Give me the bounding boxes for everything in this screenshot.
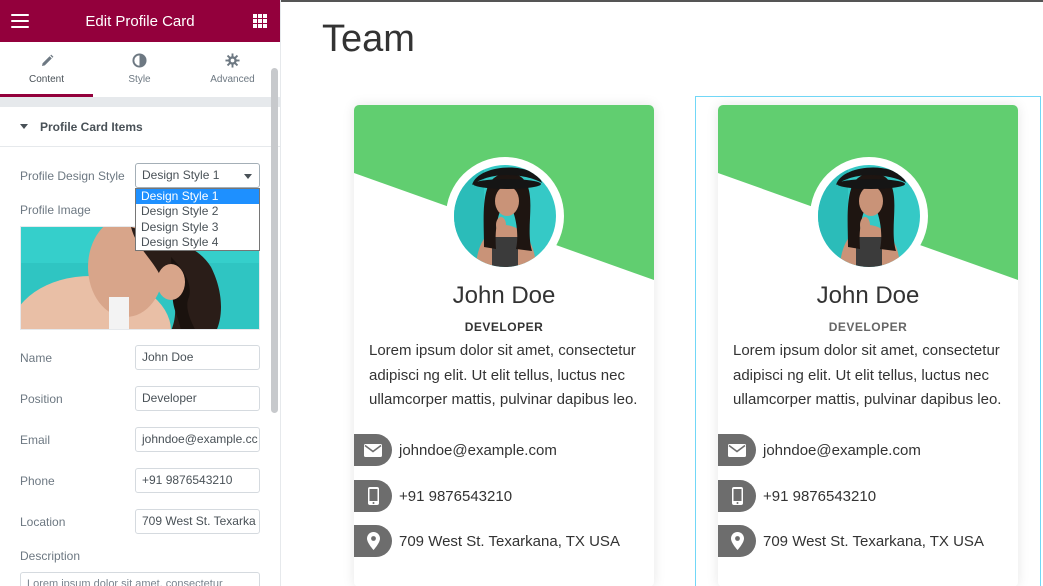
card-position: DEVELOPER	[464, 320, 544, 334]
panel-scrollbar[interactable]	[271, 68, 278, 413]
contact-location[interactable]: 709 West St. Texarkana, TX USA	[718, 525, 984, 557]
location-label: Location	[20, 515, 66, 529]
profile-card[interactable]: John Doe DEVELOPER Lorem ipsum dolor sit…	[354, 105, 654, 586]
location-input[interactable]: 709 West St. Texarka	[135, 509, 260, 534]
gear-icon	[225, 52, 240, 70]
card-description: Lorem ipsum dolor sit amet, consectetur …	[369, 342, 638, 408]
name-label: Name	[20, 351, 53, 365]
page-title: Team	[322, 18, 415, 60]
map-pin-icon	[718, 525, 756, 557]
design-style-select[interactable]: Design Style 1	[135, 163, 260, 188]
card-position: DEVELOPER	[828, 320, 908, 334]
half-circle-icon	[132, 52, 147, 70]
contact-email[interactable]: johndoe@example.com	[718, 434, 921, 466]
contact-email-text: johndoe@example.com	[399, 441, 557, 459]
name-input[interactable]: John Doe	[135, 345, 260, 370]
position-input[interactable]: Developer	[135, 386, 260, 411]
contact-email-text: johndoe@example.com	[763, 441, 921, 459]
phone-label: Phone	[20, 474, 55, 488]
avatar	[810, 157, 928, 275]
contact-location-text: 709 West St. Texarkana, TX USA	[763, 532, 984, 550]
tab-advanced-label: Advanced	[210, 73, 255, 85]
map-pin-icon	[354, 525, 392, 557]
card-name: John Doe	[452, 282, 556, 309]
panel-header: Edit Profile Card	[0, 0, 280, 42]
contact-location-text: 709 West St. Texarkana, TX USA	[399, 532, 620, 550]
menu-icon[interactable]	[11, 14, 29, 28]
card-name: John Doe	[816, 282, 920, 309]
avatar	[446, 157, 564, 275]
caret-down-icon	[20, 124, 28, 129]
editor-panel: Edit Profile Card Content Style Advanced…	[0, 0, 281, 586]
dropdown-option[interactable]: Design Style 4	[136, 235, 259, 250]
design-style-value: Design Style 1	[142, 168, 220, 182]
contact-phone-text: +91 9876543210	[763, 487, 877, 505]
profile-image-label: Profile Image	[20, 203, 91, 217]
envelope-icon	[354, 434, 392, 466]
design-style-label: Profile Design Style	[20, 169, 125, 183]
avatar-photo	[818, 165, 920, 267]
contact-phone[interactable]: +91 9876543210	[718, 480, 876, 512]
phone-input[interactable]: +91 9876543210	[135, 468, 260, 493]
section-profile-card-items[interactable]: Profile Card Items	[0, 107, 280, 147]
mobile-phone-icon	[354, 480, 392, 512]
page-preview: Team John Doe DEVELOPER Lorem ipsum dolo…	[281, 0, 1043, 586]
email-input[interactable]: johndoe@example.cc	[135, 427, 260, 452]
dropdown-option[interactable]: Design Style 2	[136, 204, 259, 219]
tab-style[interactable]: Style	[93, 42, 186, 97]
description-label: Description	[20, 549, 81, 563]
dropdown-option[interactable]: Design Style 1	[136, 189, 259, 205]
design-style-dropdown: Design Style 1 Design Style 2 Design Sty…	[135, 188, 260, 252]
description-textarea[interactable]: Lorem ipsum dolor sit amet, consectetur	[20, 572, 260, 586]
contact-email[interactable]: johndoe@example.com	[354, 434, 557, 466]
tab-content-label: Content	[28, 73, 65, 85]
panel-tabs: Content Style Advanced	[0, 42, 280, 97]
contact-phone[interactable]: +91 9876543210	[354, 480, 512, 512]
section-title: Profile Card Items	[40, 119, 143, 134]
contact-phone-text: +91 9876543210	[399, 487, 513, 505]
app-root: Edit Profile Card Content Style Advanced…	[0, 0, 1043, 586]
envelope-icon	[718, 434, 756, 466]
panel-title: Edit Profile Card	[85, 12, 195, 30]
tab-style-label: Style	[128, 73, 151, 85]
dropdown-option[interactable]: Design Style 3	[136, 220, 259, 235]
widgets-grid-icon[interactable]	[253, 14, 267, 28]
chevron-down-icon	[244, 174, 252, 179]
card-description: Lorem ipsum dolor sit amet, consectetur …	[733, 342, 1002, 408]
tab-content[interactable]: Content	[0, 42, 93, 97]
divider	[0, 97, 280, 107]
email-label: Email	[20, 433, 51, 447]
position-label: Position	[20, 392, 63, 406]
profile-card[interactable]: John Doe DEVELOPER Lorem ipsum dolor sit…	[718, 105, 1018, 586]
tab-advanced[interactable]: Advanced	[186, 42, 279, 97]
mobile-phone-icon	[718, 480, 756, 512]
pencil-icon	[40, 52, 54, 70]
avatar-photo	[454, 165, 556, 267]
contact-location[interactable]: 709 West St. Texarkana, TX USA	[354, 525, 620, 557]
